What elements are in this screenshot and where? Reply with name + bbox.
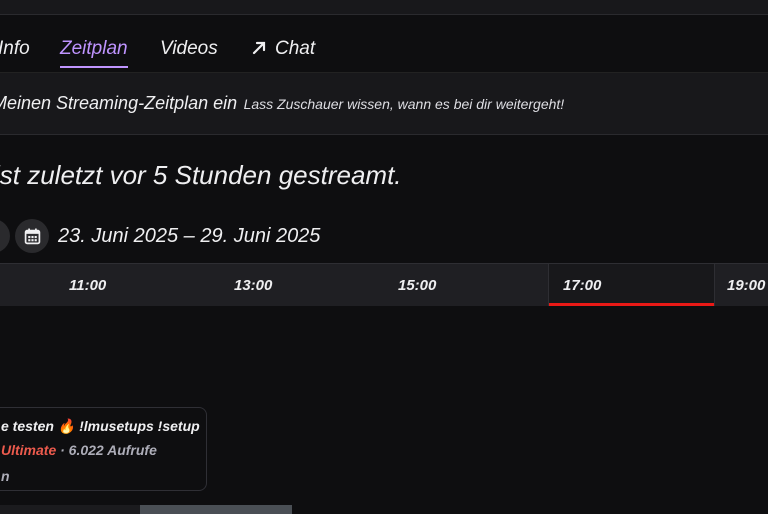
calendar-button[interactable]: [15, 219, 49, 253]
top-bar: [0, 0, 768, 15]
tab-chat[interactable]: Chat: [251, 38, 315, 60]
time-label: 17:00: [563, 277, 602, 294]
video-thumbnail-strip: [0, 505, 292, 514]
date-range: 23. Juni 2025 – 29. Juni 2025: [58, 225, 321, 247]
vod-game-link[interactable]: Ultimate: [1, 442, 56, 458]
vod-title[interactable]: e testen 🔥 !lmusetups !setup: [1, 418, 206, 435]
banner-subtitle: Lass Zuschauer wissen, wann es bei dir w…: [243, 96, 565, 112]
time-label: 13:00: [234, 277, 273, 294]
arrow-up-right-icon: [252, 41, 266, 55]
schedule-timeline: 11:00 13:00 15:00 17:00 19:00: [0, 263, 768, 306]
tab-chat-label: Chat: [275, 38, 316, 59]
calendar-icon: [24, 228, 41, 245]
schedule-banner: Meinen Streaming-Zeitplan ein Lass Zusch…: [0, 72, 768, 135]
vod-date: n: [1, 468, 10, 484]
time-label: 15:00: [398, 277, 437, 294]
last-streamed-text: ist zuletzt vor 5 Stunden gestreamt.: [0, 160, 402, 190]
vod-card[interactable]: e testen 🔥 !lmusetups !setup Ultimate · …: [0, 407, 207, 491]
video-thumbnail[interactable]: [140, 505, 292, 514]
tab-zeitplan[interactable]: Zeitplan: [60, 38, 128, 68]
tab-videos[interactable]: Videos: [160, 38, 218, 60]
tab-info[interactable]: Info: [0, 38, 30, 60]
time-label: 11:00: [69, 277, 107, 294]
vod-view-count: · 6.022 Aufrufe: [56, 442, 157, 458]
previous-week-button[interactable]: [0, 219, 10, 253]
time-label: 19:00: [727, 277, 766, 294]
banner-title: Meinen Streaming-Zeitplan ein: [0, 93, 238, 113]
